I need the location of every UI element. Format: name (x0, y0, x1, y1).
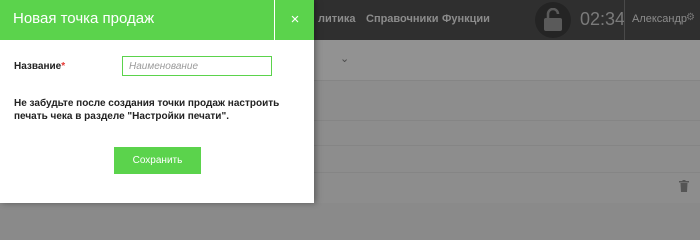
name-label: Название* (14, 61, 65, 72)
new-sales-point-modal: Новая точка продаж × Название* Не забудь… (0, 0, 314, 203)
nav-item-functions[interactable]: Функции (442, 13, 490, 25)
lock-icon (544, 8, 562, 31)
header-divider (274, 0, 275, 40)
gear-icon[interactable]: ⚙ (686, 12, 695, 23)
shift-lock-button[interactable] (535, 2, 571, 38)
topbar-divider (624, 0, 625, 40)
save-button[interactable]: Сохранить (114, 147, 201, 174)
close-button[interactable]: × (276, 0, 314, 40)
user-name[interactable]: Александр (632, 13, 687, 25)
name-input[interactable] (122, 56, 272, 76)
modal-header: Новая точка продаж × (0, 0, 314, 40)
nav-item-references[interactable]: Справочники (366, 13, 439, 25)
name-label-text: Название (14, 61, 62, 72)
chevron-down-icon[interactable]: ⌄ (340, 52, 349, 65)
print-settings-note: Не забудьте после создания точки продаж … (14, 98, 280, 122)
close-icon: × (290, 11, 300, 28)
modal-title: Новая точка продаж (13, 10, 155, 27)
nav-item-analytics[interactable]: литика (318, 13, 356, 25)
trash-icon[interactable] (679, 180, 689, 192)
clock: 02:34 (580, 9, 626, 29)
required-mark: * (61, 61, 66, 72)
